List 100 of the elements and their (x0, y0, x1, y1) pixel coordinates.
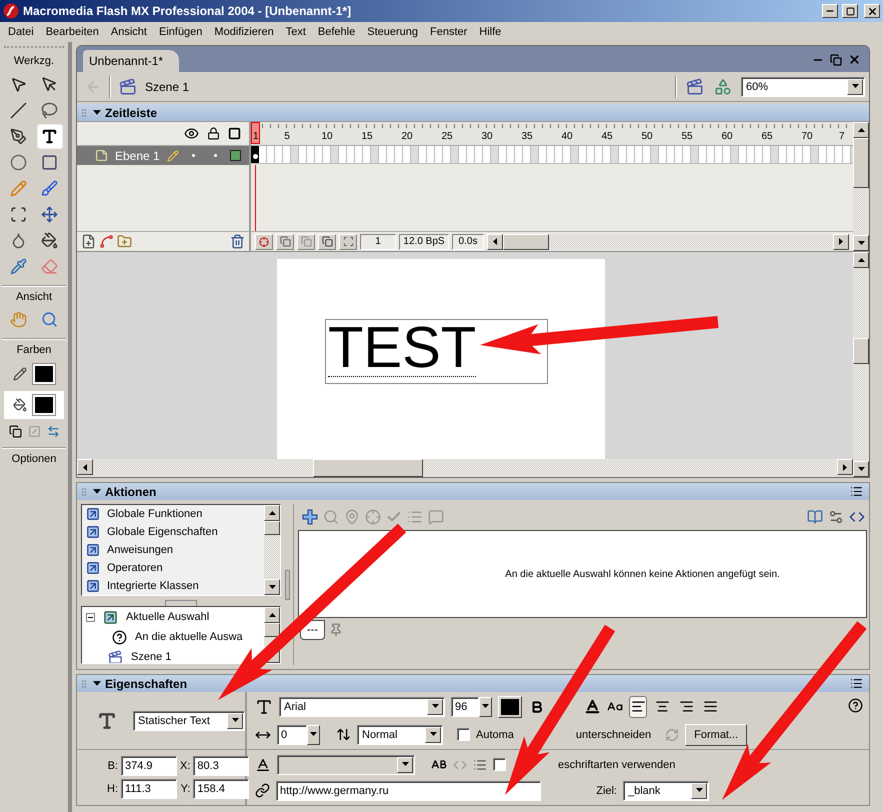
scroll-thumb[interactable] (853, 338, 869, 364)
character-options-icon[interactable] (255, 756, 271, 772)
onion-markers-button[interactable] (339, 234, 357, 250)
panel-menu-icon[interactable] (850, 485, 863, 498)
color-row[interactable] (4, 391, 64, 419)
text-type-dropdown[interactable]: Statischer Text (133, 710, 245, 730)
font-size-field[interactable]: 96 (451, 696, 479, 716)
lock-dot-icon[interactable] (214, 154, 217, 157)
add-layer-icon[interactable] (81, 234, 96, 249)
outline-color-icon[interactable] (230, 150, 241, 161)
center-frame-button[interactable] (255, 234, 273, 250)
tool-button[interactable] (36, 124, 62, 149)
delete-icon[interactable] (230, 234, 245, 249)
maximize-button[interactable] (842, 4, 858, 18)
font-dropdown[interactable]: Arial (279, 696, 445, 716)
menu-item[interactable]: Hilfe (473, 23, 508, 41)
reference-icon[interactable] (807, 509, 823, 525)
stage[interactable]: TEST (277, 259, 605, 459)
document-tab[interactable]: Unbenannt-1* (83, 50, 180, 72)
menu-item[interactable]: Text (280, 23, 312, 41)
category-item[interactable]: Globale Funktionen (82, 505, 264, 523)
menu-item[interactable]: Befehle (312, 23, 362, 41)
spacing-slider-button[interactable] (307, 724, 320, 744)
text-color-swatch[interactable] (498, 696, 522, 718)
scroll-thumb[interactable] (313, 459, 423, 477)
menu-item[interactable]: Datei (2, 23, 40, 41)
outline-icon[interactable] (228, 127, 241, 140)
zoom-dropdown[interactable]: 60% (741, 76, 865, 96)
category-item[interactable]: Operatoren (82, 559, 264, 577)
onion-outline-button[interactable] (297, 234, 315, 250)
swap-colors-icon[interactable] (46, 425, 60, 438)
vertical-scrollbar[interactable] (264, 505, 280, 595)
checkbox[interactable] (457, 728, 470, 741)
splitter-handle[interactable] (165, 600, 197, 606)
splitter-handle[interactable] (284, 570, 290, 600)
checkbox[interactable] (493, 758, 506, 771)
frame-ruler[interactable]: 1 5 10 15 20 25 30 35 40 45 50 55 60 65 70 7 (251, 122, 853, 146)
debug-options-icon[interactable] (828, 509, 844, 525)
tree-item[interactable]: An die aktuelle Auswa (82, 627, 245, 647)
scroll-thumb[interactable] (853, 138, 869, 188)
layer-row[interactable]: Ebene 1 (77, 146, 249, 165)
menu-item[interactable]: Bearbeiten (40, 23, 105, 41)
target-dropdown[interactable]: _blank (623, 780, 709, 800)
lock-icon[interactable] (207, 127, 220, 140)
tree-item[interactable]: Aktuelle Auswahl (82, 607, 212, 627)
horizontal-scrollbar[interactable] (487, 234, 849, 250)
y-field[interactable]: 158.4 (193, 779, 250, 799)
format-button[interactable]: Format... (685, 724, 748, 746)
no-color-icon[interactable] (28, 425, 40, 438)
visible-dot-icon[interactable] (192, 154, 195, 157)
add-folder-icon[interactable] (117, 234, 132, 249)
edit-frames-button[interactable] (318, 234, 336, 250)
onion-skin-button[interactable] (276, 234, 294, 250)
script-pane[interactable]: An die aktuelle Auswahl können keine Aktionen angefügt sein. (298, 530, 867, 618)
panel-menu-icon[interactable] (850, 677, 863, 690)
vertical-scrollbar[interactable] (853, 252, 869, 477)
horizontal-scrollbar[interactable] (77, 459, 853, 477)
scroll-thumb[interactable] (264, 623, 280, 637)
scroll-thumb[interactable] (503, 234, 549, 250)
color-swatch[interactable] (33, 364, 55, 384)
help-icon[interactable] (848, 698, 863, 713)
text-direction-icon[interactable] (584, 698, 601, 715)
color-swatch[interactable] (33, 395, 55, 415)
edit-symbols-button[interactable] (713, 76, 733, 96)
panel-header[interactable]: Eigenschaften (77, 675, 869, 692)
edit-scene-button[interactable] (685, 76, 705, 96)
menu-item[interactable]: Fenster (424, 23, 474, 41)
category-item[interactable]: Integrierte Klassen (82, 577, 264, 595)
close-button[interactable] (864, 4, 880, 18)
panel-header[interactable]: Zeitleiste (77, 104, 869, 121)
motion-guide-icon[interactable] (99, 234, 114, 249)
panel-header[interactable]: Aktionen (77, 483, 869, 500)
vertical-scrollbar[interactable] (853, 122, 869, 251)
menu-item[interactable]: Modifizieren (208, 23, 280, 41)
letter-spacing-field[interactable]: 0 (277, 724, 307, 744)
border-icon[interactable] (473, 758, 487, 772)
playhead-marker[interactable] (251, 122, 260, 144)
keyframe-icon[interactable] (251, 146, 259, 163)
height-field[interactable]: 111.3 (121, 779, 177, 799)
width-field[interactable]: 374.9 (121, 756, 177, 776)
eye-icon[interactable] (184, 126, 199, 141)
size-slider-button[interactable] (479, 696, 492, 716)
pin-icon[interactable] (329, 623, 343, 637)
menu-item[interactable]: Einfügen (152, 23, 208, 41)
menu-item[interactable]: Ansicht (104, 23, 153, 41)
grip-icon (79, 108, 89, 118)
menu-item[interactable]: Steuerung (361, 23, 424, 41)
category-item[interactable]: Globale Eigenschaften (82, 523, 264, 541)
scene-label[interactable]: Szene 1 (145, 80, 190, 94)
tree-item[interactable]: Szene 1 (82, 647, 174, 663)
add-icon[interactable] (302, 509, 318, 525)
scroll-thumb[interactable] (264, 521, 280, 535)
align-button[interactable] (629, 696, 647, 718)
baseline-dropdown[interactable]: Normal (357, 724, 443, 744)
minimize-button[interactable] (822, 4, 838, 18)
collapse-toggle-icon[interactable] (86, 612, 95, 622)
default-colors-icon[interactable] (8, 425, 22, 438)
category-item[interactable]: Anweisungen (82, 541, 264, 559)
x-field[interactable]: 80.3 (193, 756, 250, 776)
url-field[interactable]: http://www.germany.ru (276, 780, 541, 800)
